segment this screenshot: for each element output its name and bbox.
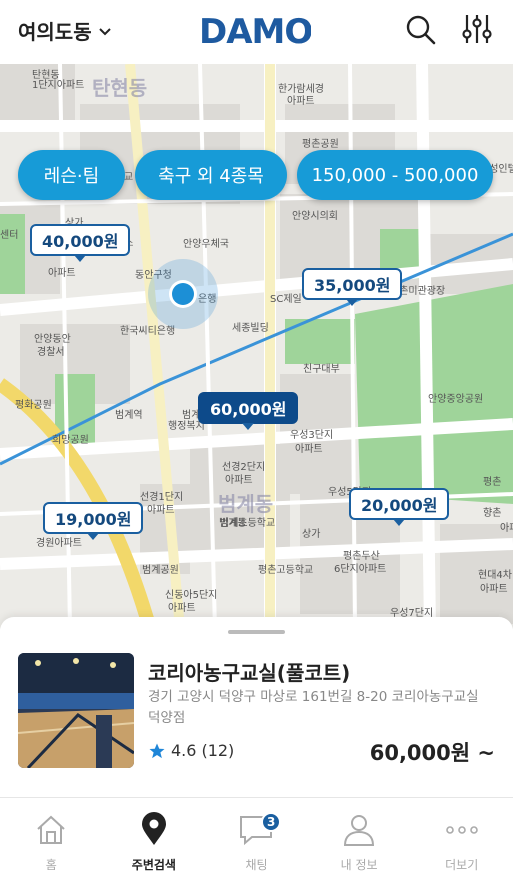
- map-place-label: SC제일: [270, 294, 302, 305]
- map-place-label: 경원아파트: [36, 538, 82, 549]
- map-place-label: 아파트: [48, 268, 76, 279]
- map-place-label: 평촌: [483, 477, 502, 488]
- app-header: 여의도동 DAMO: [0, 0, 513, 64]
- district-label: 범계동: [218, 492, 274, 516]
- map-place-label: 평촌공원: [302, 139, 339, 150]
- filter-chip-sport[interactable]: 축구 외 4종목: [135, 150, 287, 200]
- svg-text:DAMO: DAMO: [199, 12, 311, 50]
- rating-value: 4.6: [171, 741, 197, 760]
- district-label: 탄현동: [92, 76, 148, 100]
- map-place-label: 안양시의회: [292, 211, 338, 222]
- map-place-label: 친구대부: [303, 364, 340, 375]
- price-marker[interactable]: 20,000원: [349, 488, 450, 526]
- home-icon: [37, 815, 65, 844]
- venue-title[interactable]: 코리아농구교실(풀코트): [148, 657, 350, 686]
- map-place-label: 아파트: [147, 505, 175, 516]
- map-place-label: 경찰서: [37, 347, 65, 358]
- filter-chip-price[interactable]: 150,000 - 500,000: [297, 150, 493, 200]
- tab-label: 주변검색: [131, 858, 176, 872]
- map-place-label: 세종빌딩: [232, 323, 269, 334]
- map-place-label: 센터: [0, 230, 19, 241]
- sheet-handle[interactable]: [228, 630, 285, 634]
- location-selector[interactable]: 여의도동: [18, 16, 112, 45]
- venue-sheet[interactable]: 코리아농구교실(풀코트) 경기 고양시 덕양구 마상로 161번길 8-20 코…: [0, 617, 513, 797]
- map-place-label: 아파트: [500, 523, 513, 534]
- damo-logo: DAMO: [199, 12, 313, 52]
- map-place-label: 상가: [302, 529, 321, 540]
- map-place-label: 범계공원: [142, 565, 179, 576]
- map-place-label: 아파트: [295, 444, 323, 455]
- price-marker[interactable]: 19,000원: [43, 502, 144, 540]
- search-icon[interactable]: [403, 12, 437, 46]
- user-icon: [344, 815, 375, 846]
- map-place-label: 현대4차: [478, 570, 512, 581]
- venue-rating: 4.6 (12): [148, 741, 234, 760]
- price-marker-selected[interactable]: 60,000원: [198, 392, 299, 430]
- tab-label: 더보기: [445, 858, 479, 872]
- app-logo: DAMO: [199, 10, 313, 59]
- venue-price: 60,000원 ~: [369, 741, 495, 765]
- current-location-icon[interactable]: [147, 258, 219, 330]
- star-icon: [149, 743, 165, 758]
- map-place-label: 평촌고등학교: [258, 565, 314, 576]
- tab-more[interactable]: 더보기: [410, 798, 513, 879]
- map-place-label: 범계역: [115, 410, 143, 421]
- chevron-down-icon: [98, 27, 111, 35]
- map-place-label: 아파트: [287, 96, 315, 107]
- map-place-label: 범계초등학교: [220, 518, 276, 529]
- price-marker[interactable]: 35,000원: [302, 268, 403, 306]
- map-place-label: 아파트: [168, 603, 196, 614]
- map-place-label: 1단지아파트: [32, 80, 85, 91]
- venue-address: 경기 고양시 덕양구 마상로 161번길 8-20 코리아농구교실 덕양점: [148, 689, 479, 726]
- tab-nearby-search[interactable]: 주변검색: [103, 798, 206, 879]
- map-place-label: 희망공원: [52, 435, 89, 446]
- filter-chip-category[interactable]: 레슨·팀: [18, 150, 125, 200]
- tab-chat[interactable]: 3 채팅: [205, 798, 308, 879]
- tab-my-info[interactable]: 내 정보: [308, 798, 411, 879]
- map-place-label: 6단지아파트: [334, 564, 387, 575]
- more-icon: [445, 826, 478, 834]
- map-place-label: 아파트: [225, 475, 253, 486]
- price-marker[interactable]: 40,000원: [30, 224, 131, 262]
- map-view[interactable]: 탄현동 범계동 탄현동1단지아파트한가람세경아파트평촌공원전기차충전소효성인텔달…: [0, 64, 513, 629]
- map-place-label: 안양우체국: [183, 239, 229, 250]
- map-place-label: 우성3단지: [290, 430, 334, 441]
- tab-label: 채팅: [245, 858, 268, 872]
- chat-badge: 3: [261, 812, 282, 832]
- tab-home[interactable]: 홈: [0, 798, 103, 879]
- venue-thumbnail[interactable]: [18, 653, 134, 768]
- sliders-icon[interactable]: [460, 12, 494, 46]
- map-place-label: 아파트: [480, 584, 508, 595]
- bottom-tab-bar: 홈 주변검색 3 채팅 내 정보 더보기: [0, 797, 513, 879]
- map-place-label: 향촌: [483, 508, 502, 519]
- tab-label: 홈: [45, 858, 57, 872]
- map-place-label: 평화공원: [15, 400, 52, 411]
- tab-label: 내 정보: [340, 858, 378, 872]
- map-place-label: 안양중앙공원: [428, 394, 484, 405]
- review-count: (12): [201, 741, 235, 760]
- map-pin-icon: [141, 812, 166, 845]
- location-label: 여의도동: [18, 20, 92, 44]
